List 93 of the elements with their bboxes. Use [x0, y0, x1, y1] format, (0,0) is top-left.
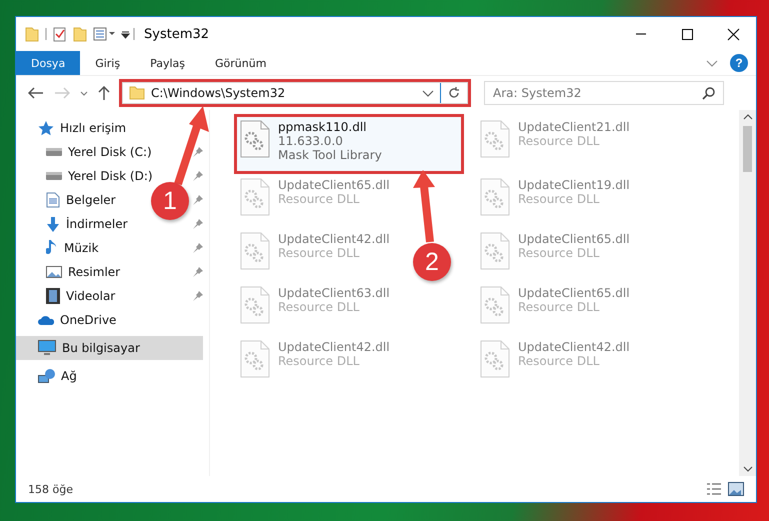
- scrollbar-thumb[interactable]: [743, 126, 752, 172]
- details-view-icon[interactable]: [706, 483, 722, 495]
- down-arrow-icon: [46, 216, 60, 232]
- file-item[interactable]: UpdateClient19.dll Resource DLL: [476, 174, 634, 226]
- gear-file-icon: [240, 340, 270, 378]
- file-item[interactable]: UpdateClient42.dll Resource DLL: [476, 336, 634, 388]
- gear-file-icon: [240, 178, 270, 216]
- file-name: UpdateClient21.dll: [518, 120, 630, 134]
- gear-file-icon: [240, 120, 270, 158]
- pin-icon[interactable]: [193, 267, 203, 277]
- file-name: ppmask110.dll: [278, 120, 368, 134]
- scroll-down-icon[interactable]: [742, 466, 752, 472]
- chevron-down-icon[interactable]: [422, 90, 434, 96]
- file-description: Resource DLL: [518, 246, 600, 260]
- ribbon-tab[interactable]: Paylaş: [135, 51, 200, 75]
- search-icon[interactable]: [702, 86, 716, 100]
- help-button[interactable]: ?: [730, 54, 748, 72]
- file-name: UpdateClient65.dll: [278, 178, 390, 192]
- file-item[interactable]: UpdateClient21.dll Resource DLL: [476, 116, 634, 168]
- file-description: Mask Tool Library: [278, 148, 382, 162]
- file-description: Resource DLL: [518, 192, 600, 206]
- file-version: 11.633.0.0: [278, 134, 344, 148]
- window-title: System32: [144, 26, 210, 42]
- film-icon: [46, 288, 60, 304]
- file-description: Resource DLL: [278, 246, 360, 260]
- gear-file-icon: [480, 178, 510, 216]
- ribbon-tab[interactable]: Giriş: [80, 51, 136, 75]
- sidebar-item[interactable]: Videolar: [46, 284, 116, 308]
- gear-file-icon: [240, 286, 270, 324]
- drive-icon: [46, 148, 62, 156]
- network-icon: [38, 368, 55, 384]
- pin-icon[interactable]: [193, 195, 203, 205]
- file-item[interactable]: UpdateClient65.dll Resource DLL: [476, 282, 634, 334]
- chevron-down-icon[interactable]: [706, 60, 718, 66]
- file-description: Resource DLL: [278, 300, 360, 314]
- up-arrow-icon[interactable]: [98, 86, 110, 100]
- gear-file-icon: [480, 232, 510, 270]
- sidebar-item[interactable]: Yerel Disk (D:): [46, 164, 153, 188]
- pin-icon[interactable]: [193, 171, 203, 181]
- file-item[interactable]: UpdateClient42.dll Resource DLL: [236, 336, 394, 388]
- sidebar-item[interactable]: Yerel Disk (C:): [46, 140, 152, 164]
- file-description: Resource DLL: [278, 192, 360, 206]
- file-name: UpdateClient63.dll: [278, 286, 390, 300]
- sidebar-item[interactable]: OneDrive: [38, 308, 116, 332]
- sidebar-item[interactable]: Ağ: [38, 364, 77, 388]
- sidebar-item[interactable]: Müzik: [46, 236, 99, 260]
- scrollbar[interactable]: [739, 110, 756, 476]
- gear-file-icon: [480, 120, 510, 158]
- file-item[interactable]: ppmask110.dll 11.633.0.0 Mask Tool Library: [236, 116, 462, 172]
- file-name: UpdateClient65.dll: [518, 286, 630, 300]
- drive-icon: [46, 172, 62, 180]
- file-item[interactable]: UpdateClient65.dll Resource DLL: [476, 228, 634, 280]
- picture-icon: [46, 266, 62, 278]
- search-field[interactable]: Ara: System32: [484, 81, 724, 105]
- monitor-icon: [38, 340, 56, 356]
- sidebar-item[interactable]: Hızlı erişim: [38, 116, 126, 140]
- file-description: Resource DLL: [518, 300, 600, 314]
- sidebar-item[interactable]: Belgeler: [46, 188, 116, 212]
- file-item[interactable]: UpdateClient63.dll Resource DLL: [236, 282, 394, 334]
- sidebar-item[interactable]: Bu bilgisayar: [16, 336, 203, 360]
- document-icon: [46, 192, 60, 208]
- cloud-icon: [38, 315, 54, 325]
- ribbon-tab[interactable]: Dosya: [16, 51, 80, 75]
- file-description: Resource DLL: [518, 134, 600, 148]
- file-description: Resource DLL: [518, 354, 600, 368]
- file-name: UpdateClient42.dll: [518, 340, 630, 354]
- chevron-down-icon[interactable]: [80, 90, 88, 96]
- large-icons-view-icon[interactable]: [728, 482, 744, 496]
- pin-icon[interactable]: [193, 219, 203, 229]
- file-name: UpdateClient65.dll: [518, 232, 630, 246]
- gear-file-icon: [480, 286, 510, 324]
- file-name: UpdateClient42.dll: [278, 232, 390, 246]
- sidebar-item[interactable]: İndirmeler: [46, 212, 128, 236]
- file-name: UpdateClient42.dll: [278, 340, 390, 354]
- sidebar-item[interactable]: Resimler: [46, 260, 120, 284]
- file-item[interactable]: UpdateClient42.dll Resource DLL: [236, 228, 394, 280]
- gear-file-icon: [480, 340, 510, 378]
- back-arrow-icon[interactable]: [28, 87, 44, 99]
- gear-file-icon: [240, 232, 270, 270]
- star-icon: [38, 120, 54, 136]
- pin-icon[interactable]: [193, 243, 203, 253]
- file-description: Resource DLL: [278, 354, 360, 368]
- music-note-icon: [46, 240, 58, 256]
- ribbon-tab[interactable]: Görünüm: [200, 51, 282, 75]
- item-count: 158 öğe: [28, 482, 73, 496]
- folder-icon: [129, 86, 145, 100]
- scroll-up-icon[interactable]: [742, 114, 752, 120]
- file-item[interactable]: UpdateClient65.dll Resource DLL: [236, 174, 394, 226]
- address-bar[interactable]: C:\Windows\System32: [122, 82, 468, 104]
- pin-icon[interactable]: [193, 147, 203, 157]
- file-name: UpdateClient19.dll: [518, 178, 630, 192]
- pin-icon[interactable]: [193, 291, 203, 301]
- refresh-icon[interactable]: [447, 86, 461, 100]
